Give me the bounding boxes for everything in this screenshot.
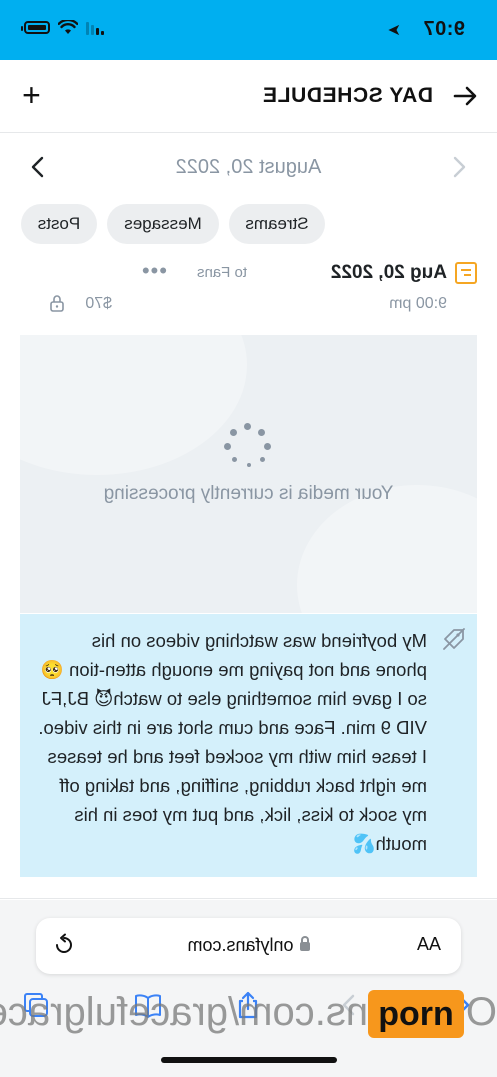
chevron-right-icon[interactable] xyxy=(26,154,50,180)
price-tag-off-icon xyxy=(443,628,465,650)
reload-icon[interactable] xyxy=(52,933,76,957)
status-bar: 9:07 ➤ xyxy=(0,0,497,60)
filter-tabs: Posts Messages Streams xyxy=(0,204,497,244)
page-title: DAY SCHEDULE xyxy=(262,84,433,107)
location-arrow-icon: ➤ xyxy=(387,22,401,39)
back-chevron-icon[interactable] xyxy=(447,990,477,1020)
page-header: DAY SCHEDULE + xyxy=(0,60,497,133)
padlock-icon xyxy=(299,942,310,951)
share-icon[interactable] xyxy=(233,990,263,1020)
media-processing-message: Your media is currently processing xyxy=(103,483,394,504)
mirrored-screen: 9:07 ➤ DAY SCHEDULE + August 20, 2022 Po… xyxy=(0,0,497,1077)
battery-icon xyxy=(24,21,50,34)
caption-text: My boyfriend was watching videos on his … xyxy=(38,630,427,854)
status-icons xyxy=(24,20,104,35)
wifi-icon xyxy=(58,20,78,34)
arrow-left-icon[interactable] xyxy=(451,82,479,110)
post-price: $70 xyxy=(85,295,112,312)
forward-chevron-icon[interactable] xyxy=(335,990,365,1020)
media-placeholder: Your media is currently processing xyxy=(20,335,477,613)
loading-spinner-icon xyxy=(223,423,271,471)
plus-icon[interactable]: + xyxy=(22,77,41,113)
tab-posts[interactable]: Posts xyxy=(21,204,97,244)
cellular-signal-icon xyxy=(86,21,104,35)
post-caption: My boyfriend was watching videos on his … xyxy=(20,614,477,877)
post-note-icon xyxy=(455,262,477,284)
tab-streams[interactable]: Streams xyxy=(229,204,325,244)
more-options-icon[interactable]: ••• xyxy=(141,258,167,284)
post-date: Aug 20, 2022 xyxy=(330,262,447,283)
url-text: onlyfans.com xyxy=(187,935,294,955)
post-header: Aug 20, 2022 9:00 pm to Fans ••• $70 xyxy=(0,258,497,322)
status-time: 9:07 xyxy=(422,18,465,40)
address-bar[interactable]: AA onlyfans.com xyxy=(36,918,461,974)
home-indicator xyxy=(161,1057,337,1063)
current-date: August 20, 2022 xyxy=(175,156,322,178)
post-time: 9:00 pm xyxy=(389,295,447,312)
tab-messages[interactable]: Messages xyxy=(107,204,219,244)
tabs-icon[interactable] xyxy=(21,990,51,1020)
url-display[interactable]: onlyfans.com xyxy=(36,935,461,956)
date-navigation: August 20, 2022 xyxy=(0,140,497,194)
bookmarks-icon[interactable] xyxy=(133,990,163,1020)
lock-icon xyxy=(50,295,64,312)
post-audience: to Fans xyxy=(196,264,247,281)
divider xyxy=(0,898,497,899)
